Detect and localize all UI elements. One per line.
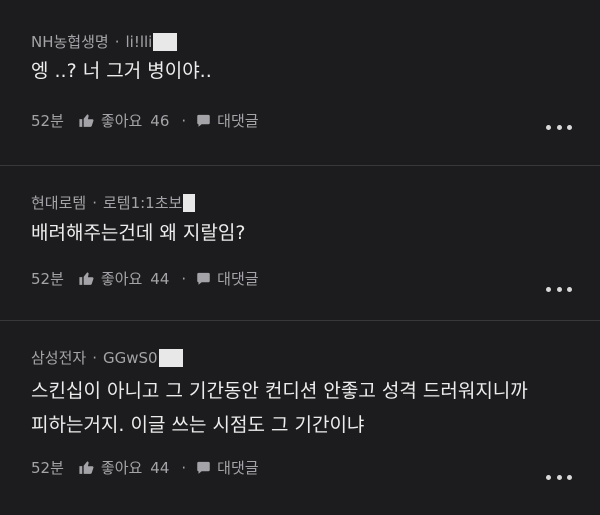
redaction-block <box>183 193 196 212</box>
more-options-icon[interactable] <box>546 284 572 294</box>
reply-button[interactable]: 대댓글 <box>217 110 258 131</box>
speech-bubble-icon[interactable] <box>196 271 211 286</box>
comment-actions: 52분 좋아요 44 · 대댓글 <box>31 268 259 289</box>
comment-item: 현대로템 · 로템1:1초보 배려해주는건데 왜 지랄임? 52분 좋아요 44… <box>0 165 600 320</box>
speech-bubble-icon[interactable] <box>196 113 211 128</box>
more-options-icon[interactable] <box>546 472 572 482</box>
meta-separator: · <box>181 111 187 130</box>
comment-text-line: 스킨십이 아니고 그 기간동안 컨디션 안좋고 성격 드러워지니까 <box>31 380 528 402</box>
author-username: GGwS0 <box>102 348 158 367</box>
comment-time: 52분 <box>31 112 64 130</box>
meta-separator: · <box>92 348 97 367</box>
speech-bubble-icon[interactable] <box>196 460 211 475</box>
meta-separator: · <box>181 269 187 288</box>
like-button[interactable]: 좋아요 <box>101 457 142 478</box>
thumbs-up-icon[interactable] <box>78 112 95 129</box>
like-count: 46 <box>150 111 170 130</box>
comment-author[interactable]: 현대로템 · 로템1:1초보 <box>31 192 196 213</box>
meta-separator: · <box>114 32 120 51</box>
comment-time: 52분 <box>31 270 64 288</box>
like-button[interactable]: 좋아요 <box>101 268 142 289</box>
comment-text-line: 피하는거지. 이글 쓰는 시점도 그 기간이냐 <box>31 414 365 436</box>
comment-time: 52분 <box>31 459 64 477</box>
comment-text: 엥 ..? 너 그거 병이야.. <box>31 60 212 82</box>
comment-text: 배려해주는건데 왜 지랄임? <box>31 222 246 244</box>
comment-author[interactable]: 삼성전자 · GGwS0 <box>31 347 183 368</box>
more-options-icon[interactable] <box>546 122 572 132</box>
comment-item: NH농협생명 · li!lli 엥 ..? 너 그거 병이야.. 52분 좋아요… <box>0 0 600 165</box>
redaction-block <box>153 32 178 51</box>
comment-text: 스킨십이 아니고 그 기간동안 컨디션 안좋고 성격 드러워지니까 피하는거지.… <box>31 374 560 442</box>
comment-actions: 52분 좋아요 44 · 대댓글 <box>31 457 259 478</box>
author-company: NH농협생명 <box>31 33 109 51</box>
reply-button[interactable]: 대댓글 <box>217 268 258 289</box>
like-button[interactable]: 좋아요 <box>101 110 142 131</box>
thumbs-up-icon[interactable] <box>78 270 95 287</box>
like-count: 44 <box>150 458 170 477</box>
author-username: 로템1:1초보 <box>102 194 183 212</box>
reply-button[interactable]: 대댓글 <box>217 457 258 478</box>
like-count: 44 <box>150 269 170 288</box>
comment-feed: NH농협생명 · li!lli 엥 ..? 너 그거 병이야.. 52분 좋아요… <box>0 0 600 515</box>
redaction-block <box>158 348 183 367</box>
meta-separator: · <box>181 458 187 477</box>
comment-item: 삼성전자 · GGwS0 스킨십이 아니고 그 기간동안 컨디션 안좋고 성격 … <box>0 320 600 515</box>
comment-actions: 52분 좋아요 46 · 대댓글 <box>31 110 259 131</box>
comment-author[interactable]: NH농협생명 · li!lli <box>31 31 178 52</box>
meta-separator: · <box>92 193 97 212</box>
author-username: li!lli <box>125 32 153 51</box>
author-company: 삼성전자 <box>31 349 87 367</box>
author-company: 현대로템 <box>31 194 87 212</box>
thumbs-up-icon[interactable] <box>78 459 95 476</box>
